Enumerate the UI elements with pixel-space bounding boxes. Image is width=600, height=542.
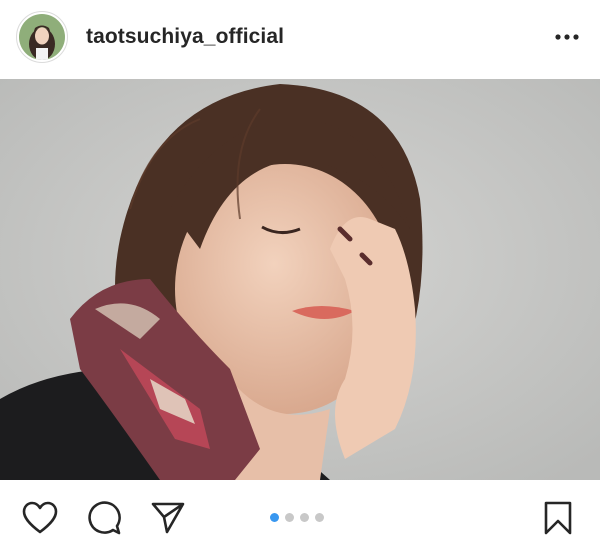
avatar-image: [19, 14, 65, 60]
like-button[interactable]: [20, 498, 60, 538]
carousel-dot-4: [315, 513, 324, 522]
post-header: taotsuchiya_official: [0, 0, 600, 78]
post-photo[interactable]: [0, 79, 600, 480]
carousel-dot-1: [270, 513, 279, 522]
profile-avatar[interactable]: [16, 11, 68, 63]
carousel-dot-2: [285, 513, 294, 522]
heart-icon: [22, 501, 58, 534]
comment-bubble-icon: [88, 501, 121, 535]
more-options-button[interactable]: [552, 23, 582, 51]
carousel-dot-3: [300, 513, 309, 522]
more-horizontal-icon: [555, 34, 579, 40]
save-button[interactable]: [538, 498, 578, 538]
share-button[interactable]: [148, 498, 188, 538]
comment-button[interactable]: [85, 498, 125, 538]
carousel-indicator: [270, 513, 324, 522]
username[interactable]: taotsuchiya_official: [86, 25, 284, 49]
bookmark-icon: [544, 501, 572, 535]
post-actions-bar: [0, 480, 600, 542]
paper-plane-icon: [151, 502, 185, 534]
